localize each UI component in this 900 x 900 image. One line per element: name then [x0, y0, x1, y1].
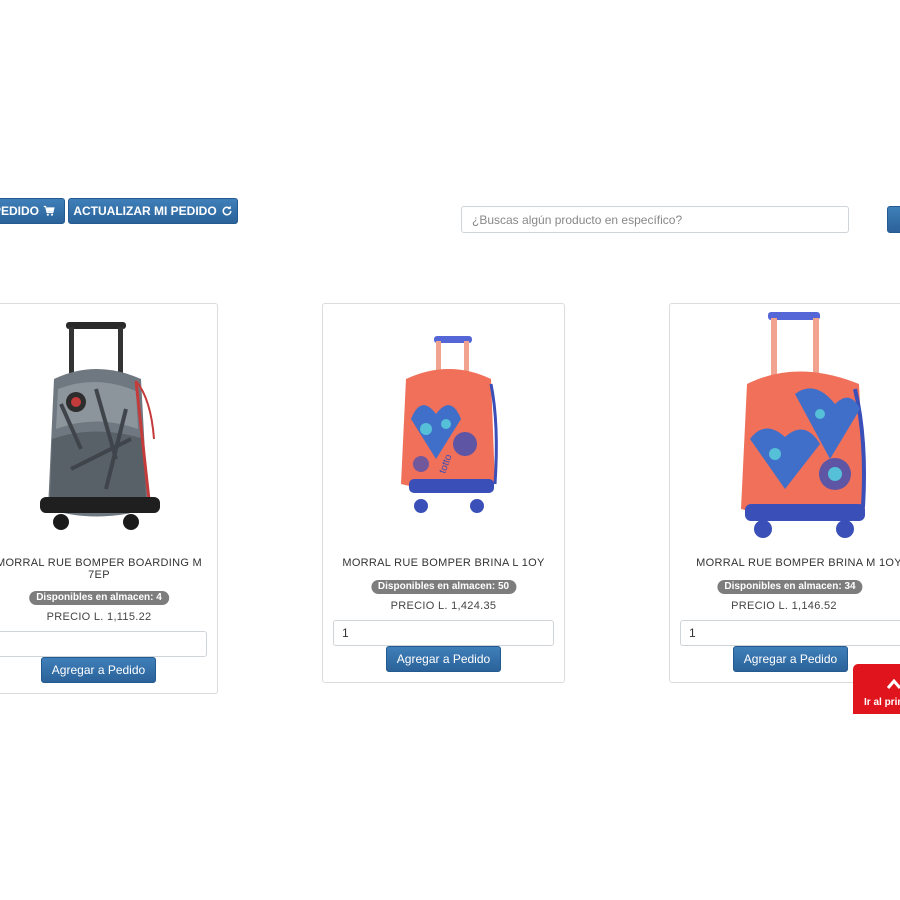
product-card: MORRAL RUE BOMPER BRINA M 1OY Disponible…: [669, 303, 900, 683]
refresh-icon: [222, 205, 232, 216]
stock-badge: Disponibles en almacen: 50: [370, 580, 517, 594]
back-to-top-label: Ir al principio: [864, 697, 900, 708]
mi-pedido-button[interactable]: PEDIDO: [0, 198, 65, 224]
add-to-order-button[interactable]: Agregar a Pedido: [386, 646, 501, 672]
mi-pedido-label: PEDIDO: [0, 204, 40, 218]
product-title: MORRAL RUE BOMPER BRINA M 1OY: [696, 557, 900, 569]
stock-badge: Disponibles en almacen: 34: [717, 580, 863, 594]
back-to-top-button[interactable]: Ir al principio: [853, 664, 900, 714]
actualizar-pedido-label: ACTUALIZAR MI PEDIDO: [73, 204, 217, 218]
product-price: PRECIO L. 1,115.22: [46, 611, 152, 623]
stock-badge: Disponibles en almacen: 4: [29, 591, 169, 605]
product-image-backpack-coral[interactable]: totto: [391, 334, 501, 519]
product-price: PRECIO L. 1,424.35: [390, 600, 497, 612]
product-title: MORRAL RUE BOMPER BOARDING M 7EP: [0, 557, 202, 581]
quantity-input[interactable]: [680, 620, 900, 646]
product-card: totto MORRAL RUE BOMPER BRINA L 1OY Disp…: [322, 303, 565, 683]
actualizar-pedido-button[interactable]: ACTUALIZAR MI PEDIDO: [68, 198, 238, 224]
cart-icon: [43, 205, 55, 216]
product-image-backpack-coral-medium[interactable]: [735, 309, 875, 541]
search-input[interactable]: [461, 206, 849, 233]
product-card: MORRAL RUE BOMPER BOARDING M 7EP Disponi…: [0, 303, 218, 694]
add-to-order-button[interactable]: Agregar a Pedido: [41, 657, 156, 683]
product-price: PRECIO L. 1,146.52: [731, 600, 837, 612]
add-to-order-button[interactable]: Agregar a Pedido: [733, 646, 848, 672]
quantity-input[interactable]: [333, 620, 554, 646]
product-image-backpack-gray[interactable]: [36, 319, 166, 534]
quantity-input[interactable]: [0, 631, 207, 657]
chevron-up-icon: [886, 678, 900, 689]
search-button[interactable]: [887, 206, 900, 233]
product-title: MORRAL RUE BOMPER BRINA L 1OY: [342, 557, 545, 569]
